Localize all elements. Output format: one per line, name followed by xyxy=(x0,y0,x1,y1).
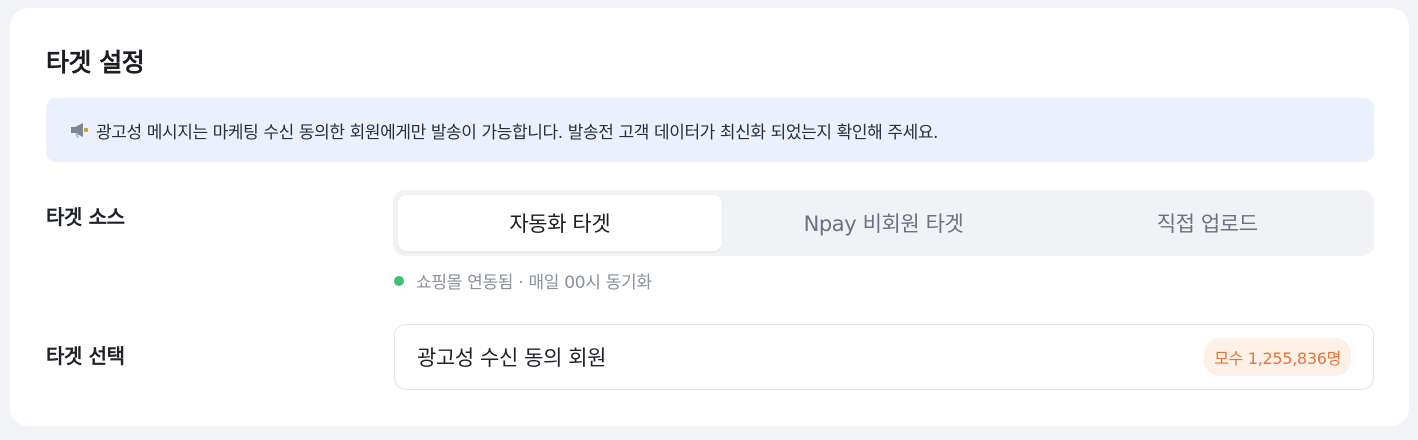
target-settings-card: 타겟 설정 광고성 메시지는 마케팅 수신 동의한 회원에게만 발송이 가능합니… xyxy=(10,8,1409,426)
target-select-label: 타겟 선택 xyxy=(46,344,125,368)
target-source-label: 타겟 소스 xyxy=(46,205,125,229)
segment-auto-target[interactable]: 자동화 타겟 xyxy=(398,195,722,251)
segment-npay-nonmember-target[interactable]: Npay 비회원 타겟 xyxy=(722,195,1046,251)
target-select-value: 광고성 수신 동의 회원 xyxy=(417,346,607,370)
megaphone-icon xyxy=(69,121,91,139)
status-dot-icon xyxy=(394,275,404,286)
audience-count-badge: 모수 1,255,836명 xyxy=(1204,338,1351,376)
section-title: 타겟 설정 xyxy=(46,48,145,77)
sync-status-text: 쇼핑몰 연동됨 · 매일 00시 동기화 xyxy=(416,273,652,293)
target-select-field[interactable]: 광고성 수신 동의 회원 모수 1,255,836명 xyxy=(394,324,1374,390)
target-source-segmented-control: 자동화 타겟 Npay 비회원 타겟 직접 업로드 xyxy=(393,190,1374,256)
notice-text: 광고성 메시지는 마케팅 수신 동의한 회원에게만 발송이 가능합니다. 발송전… xyxy=(96,122,939,143)
segment-direct-upload[interactable]: 직접 업로드 xyxy=(1045,195,1369,251)
sync-status: 쇼핑몰 연동됨 · 매일 00시 동기화 xyxy=(394,268,652,293)
notice-banner: 광고성 메시지는 마케팅 수신 동의한 회원에게만 발송이 가능합니다. 발송전… xyxy=(46,98,1374,162)
